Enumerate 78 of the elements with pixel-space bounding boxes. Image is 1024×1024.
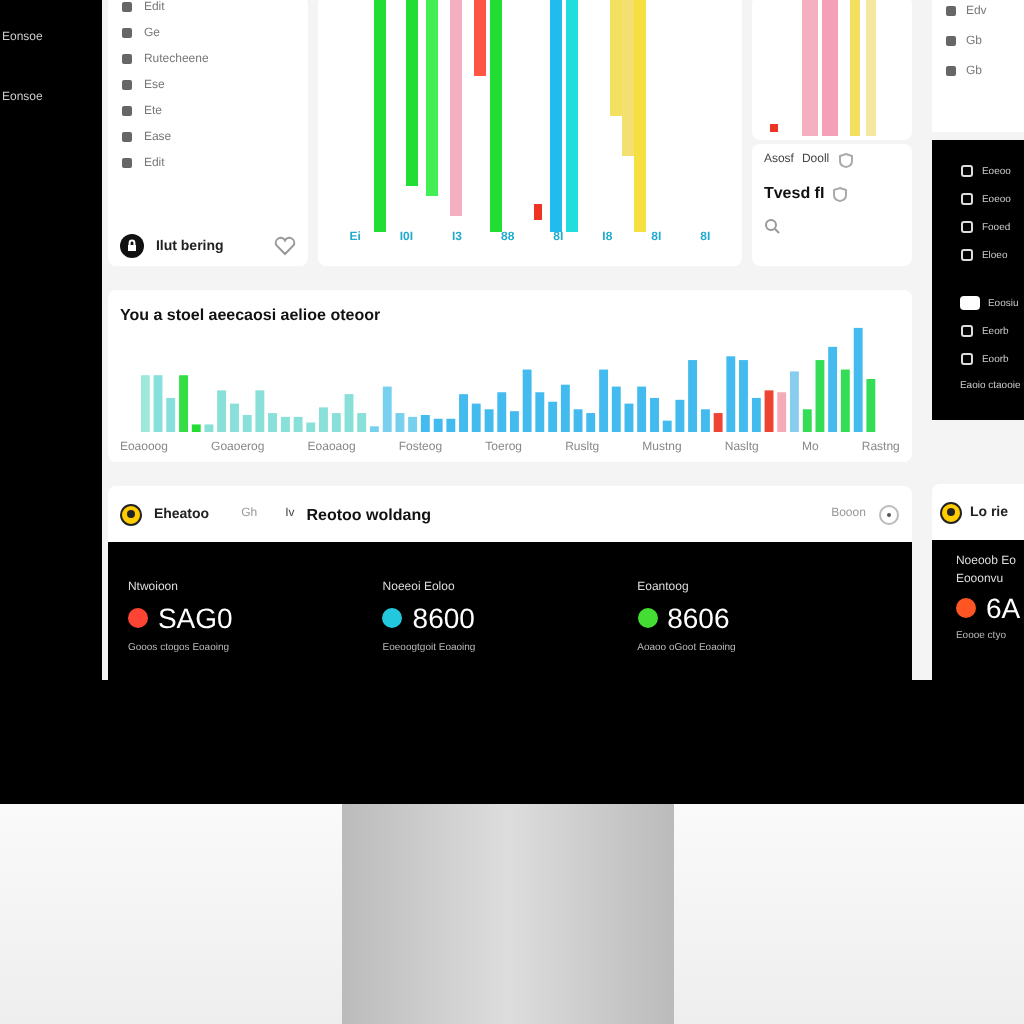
chart-bar — [179, 375, 188, 432]
chart-bar — [700, 409, 710, 432]
chart-bar — [815, 360, 825, 432]
square-icon — [119, 78, 134, 92]
square-icon — [119, 156, 134, 170]
chart-title: You a stoel aeecaosi aelioe oteoor — [119, 306, 383, 324]
chart-bar — [522, 369, 532, 432]
chart-bar — [420, 414, 430, 432]
square-icon — [959, 352, 974, 366]
chart-bar — [446, 418, 456, 432]
chart-bar — [751, 397, 761, 432]
square-icon — [959, 220, 974, 234]
chart-bar — [688, 360, 697, 432]
chart-bar — [331, 413, 341, 432]
chart-bar — [191, 424, 201, 432]
chart-bar — [533, 204, 542, 220]
chart-bar — [484, 409, 494, 432]
chart-bar — [650, 397, 659, 432]
chart-bar — [821, 0, 838, 136]
square-icon — [959, 192, 974, 206]
stat-value: SAG0 — [157, 602, 233, 634]
chart-bar — [764, 390, 774, 432]
chart-bar — [433, 418, 443, 432]
chart-bar — [801, 0, 818, 136]
chart-bar — [802, 409, 812, 432]
chart-bar — [217, 390, 226, 432]
chart-bar — [769, 124, 778, 132]
chart-bar — [153, 375, 163, 432]
heart-icon — [273, 236, 296, 256]
square-icon — [959, 164, 974, 178]
chart-bar — [166, 397, 176, 432]
chart-bar — [828, 346, 837, 432]
chart-bar — [255, 390, 265, 432]
chart-bar — [268, 413, 277, 432]
square-icon — [959, 324, 974, 338]
chart-bar — [662, 420, 672, 432]
chart-bar — [853, 327, 863, 432]
chart-bar — [204, 424, 214, 432]
chart-bar — [586, 413, 596, 432]
chart-bar — [866, 379, 876, 432]
chart-bar — [865, 0, 876, 136]
chart-bar — [840, 369, 850, 432]
chart-bar — [140, 375, 150, 432]
chart-bar — [293, 416, 303, 432]
chart-bar — [229, 403, 239, 432]
chart-bar — [624, 403, 634, 432]
square-icon — [943, 4, 958, 18]
panel-heading: Reotoo woldang — [306, 505, 433, 523]
chart-bar — [713, 413, 723, 432]
square-icon — [943, 34, 958, 48]
square-icon — [119, 130, 134, 144]
chart-bar — [408, 416, 417, 432]
chart-bar — [849, 0, 860, 136]
stat-value: 6A — [985, 592, 1021, 624]
square-icon — [119, 0, 134, 14]
chart-bar — [280, 416, 290, 432]
chart-bar — [535, 392, 545, 432]
card-label: Tvesd fI — [763, 184, 825, 202]
chart-bar — [242, 414, 252, 432]
chart-bar — [599, 369, 608, 432]
square-icon — [119, 104, 134, 118]
chart-bar — [471, 403, 481, 432]
square-icon — [943, 64, 958, 78]
chart-bar — [675, 399, 685, 432]
square-icon — [119, 52, 134, 66]
chart-bar — [344, 394, 354, 432]
chart-bar — [573, 409, 583, 432]
search-icon — [763, 218, 780, 234]
lock-icon — [119, 234, 144, 258]
stat-value: 8600 — [412, 602, 475, 634]
chart-bar — [382, 386, 392, 432]
square-icon — [959, 248, 974, 262]
chart-bar — [459, 394, 468, 432]
chart-bar — [637, 386, 646, 432]
chart-bar — [611, 386, 621, 432]
chart-bar — [395, 413, 405, 432]
square-icon — [119, 26, 134, 40]
stat-value: 8606 — [667, 602, 730, 634]
